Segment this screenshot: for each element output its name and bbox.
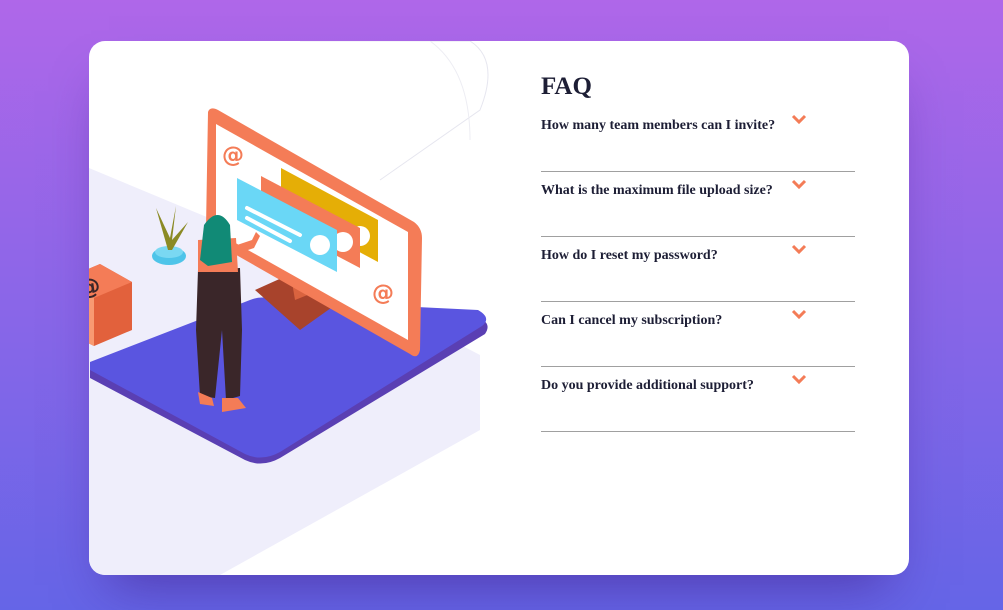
faq-question[interactable]: How do I reset my password? [541, 248, 718, 264]
faq-panel: FAQ How many team members can I invite? … [541, 67, 855, 432]
faq-item[interactable]: What is the maximum file upload size? [541, 172, 855, 237]
chevron-down-icon[interactable] [791, 178, 807, 192]
faq-item[interactable]: Do you provide additional support? [541, 367, 855, 432]
svg-text:@: @ [372, 281, 394, 306]
faq-item[interactable]: Can I cancel my subscription? [541, 302, 855, 367]
faq-list: How many team members can I invite? What… [541, 107, 855, 432]
faq-title: FAQ [541, 73, 592, 100]
chevron-down-icon[interactable] [791, 308, 807, 322]
faq-question[interactable]: What is the maximum file upload size? [541, 183, 773, 199]
chevron-down-icon[interactable] [791, 373, 807, 387]
faq-card: @ @ @ FAQ How many team members can I in… [89, 41, 909, 575]
faq-item[interactable]: How many team members can I invite? [541, 107, 855, 172]
woman-online-illustration: @ @ @ [89, 41, 489, 575]
faq-question[interactable]: How many team members can I invite? [541, 118, 775, 134]
chevron-down-icon[interactable] [791, 243, 807, 257]
faq-question[interactable]: Can I cancel my subscription? [541, 313, 722, 329]
chevron-down-icon[interactable] [791, 113, 807, 127]
faq-question[interactable]: Do you provide additional support? [541, 378, 754, 394]
faq-item[interactable]: How do I reset my password? [541, 237, 855, 302]
svg-text:@: @ [222, 143, 244, 168]
